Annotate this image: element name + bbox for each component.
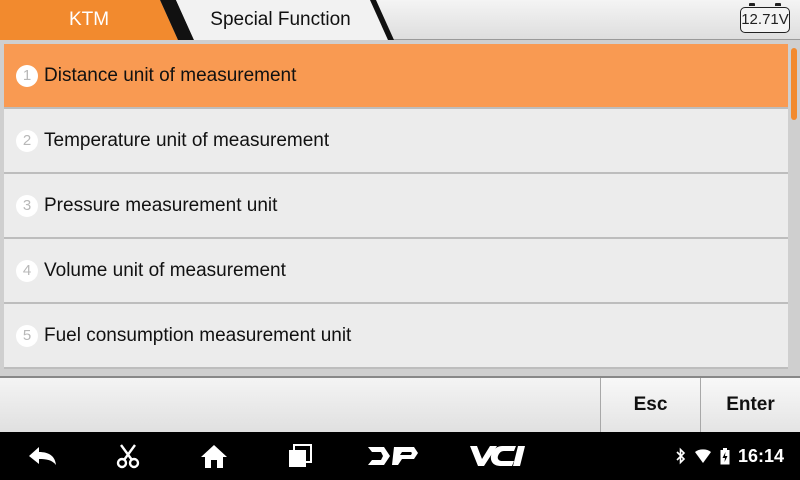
system-nav-bar: 16:14: [0, 432, 800, 480]
function-list: 1 Distance unit of measurement 2 Tempera…: [4, 44, 788, 369]
list-item-label: Volume unit of measurement: [44, 259, 286, 281]
breadcrumb-vehicle-make[interactable]: KTM: [0, 0, 178, 40]
function-list-panel: 1 Distance unit of measurement 2 Tempera…: [0, 40, 800, 378]
list-item-volume-unit[interactable]: 4 Volume unit of measurement: [4, 239, 788, 304]
scissors-icon[interactable]: [108, 432, 148, 480]
battery-icon: [720, 447, 730, 464]
bluetooth-icon: [676, 447, 686, 465]
list-item-fuel-consumption-unit[interactable]: 5 Fuel consumption measurement unit: [4, 304, 788, 369]
list-item-label: Distance unit of measurement: [44, 64, 297, 86]
home-icon[interactable]: [194, 432, 234, 480]
list-scrollbar[interactable]: [791, 48, 797, 120]
breadcrumb-menu-title[interactable]: Special Function: [178, 0, 383, 40]
back-icon[interactable]: [20, 432, 64, 480]
item-number-badge: 1: [16, 64, 38, 87]
list-item-label: Pressure measurement unit: [44, 194, 278, 216]
list-item-distance-unit[interactable]: 1 Distance unit of measurement: [4, 44, 788, 109]
recent-apps-icon[interactable]: [280, 432, 320, 480]
action-bar: Esc Enter: [0, 378, 800, 432]
item-number-badge: 2: [16, 129, 38, 152]
esc-button[interactable]: Esc: [600, 378, 700, 432]
list-item-temperature-unit[interactable]: 2 Temperature unit of measurement: [4, 109, 788, 174]
dp-icon[interactable]: [360, 432, 424, 480]
vci-icon[interactable]: [466, 432, 530, 480]
status-area: 16:14: [676, 432, 784, 480]
battery-voltage-badge: 12.71V: [740, 3, 790, 33]
list-item-label: Temperature unit of measurement: [44, 129, 330, 151]
list-item-label: Fuel consumption measurement unit: [44, 324, 352, 346]
wifi-icon: [694, 449, 711, 463]
status-clock: 16:14: [737, 445, 784, 466]
item-number-badge: 4: [16, 259, 38, 282]
header-bar: KTM Special Function 12.71V: [0, 0, 800, 40]
item-number-badge: 3: [16, 194, 38, 217]
item-number-badge: 5: [16, 324, 38, 347]
list-item-pressure-unit[interactable]: 3 Pressure measurement unit: [4, 174, 788, 239]
enter-button[interactable]: Enter: [700, 378, 800, 432]
